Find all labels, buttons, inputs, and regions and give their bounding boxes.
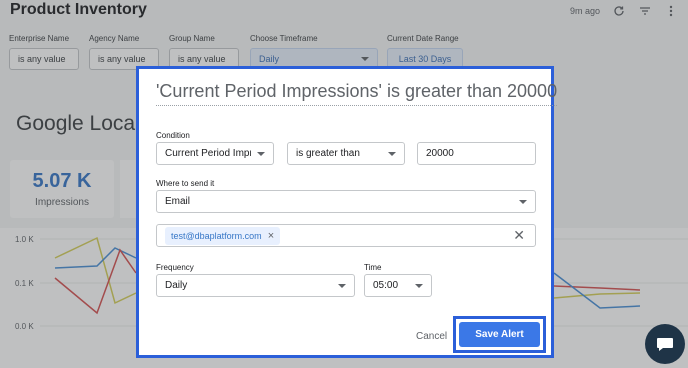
frequency-value: Daily	[165, 280, 188, 291]
close-icon[interactable]: ×	[268, 230, 274, 242]
recipient-email: test@dbaplatform.com	[171, 230, 262, 241]
alert-title-input[interactable]: 'Current Period Impressions' is greater …	[156, 81, 558, 106]
save-alert-highlight: Save Alert	[453, 316, 546, 353]
frequency-label: Frequency	[156, 263, 194, 272]
alert-dialog: 'Current Period Impressions' is greater …	[136, 66, 558, 358]
condition-value-input[interactable]: 20000	[417, 142, 536, 165]
destination-label: Where to send it	[156, 179, 215, 188]
recipients-input[interactable]: test@dbaplatform.com × ✕	[156, 224, 536, 247]
condition-operator-select[interactable]: is greater than	[287, 142, 405, 165]
condition-operator-value: is greater than	[296, 148, 360, 159]
time-value: 05:00	[373, 280, 399, 291]
chevron-down-icon	[257, 151, 265, 156]
chevron-down-icon	[338, 283, 346, 288]
frequency-select[interactable]: Daily	[156, 274, 355, 297]
chevron-down-icon	[519, 199, 527, 204]
chevron-down-icon	[415, 283, 423, 288]
time-select[interactable]: 05:00	[364, 274, 432, 297]
close-icon[interactable]: ✕	[513, 227, 525, 244]
destination-channel-value: Email	[165, 196, 191, 207]
cancel-button[interactable]: Cancel	[416, 331, 447, 342]
condition-metric-value: Current Period Impr	[165, 148, 251, 159]
condition-metric-select[interactable]: Current Period Impr	[156, 142, 274, 165]
save-alert-button[interactable]: Save Alert	[459, 322, 540, 347]
chat-icon[interactable]	[645, 324, 685, 364]
condition-label: Condition	[156, 131, 190, 140]
chevron-down-icon	[388, 151, 396, 156]
time-label: Time	[364, 263, 382, 272]
destination-channel-select[interactable]: Email	[156, 190, 536, 213]
recipient-chip: test@dbaplatform.com ×	[165, 226, 281, 245]
condition-value: 20000	[426, 148, 454, 159]
